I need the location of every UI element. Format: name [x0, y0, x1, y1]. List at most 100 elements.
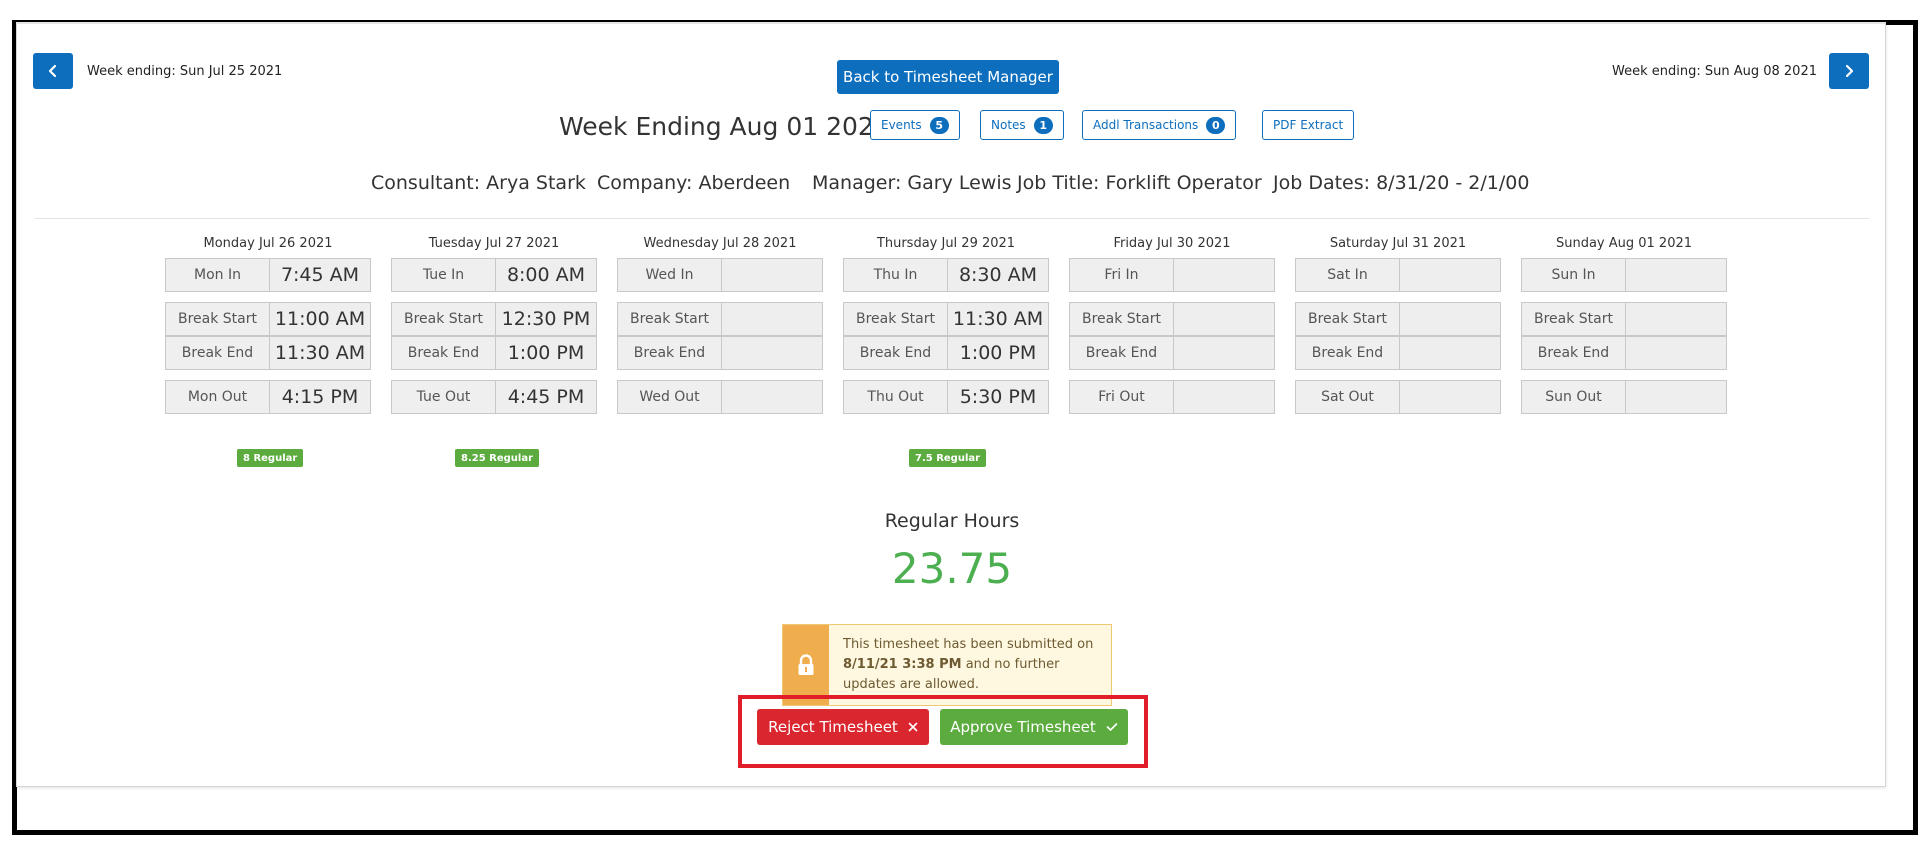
- field-value[interactable]: [722, 337, 822, 369]
- pdf-extract-label: PDF Extract: [1273, 118, 1344, 132]
- regular-hours-badge: 8.25 Regular: [455, 449, 540, 467]
- time-in-field[interactable]: Tue In 8:00 AM: [391, 258, 597, 292]
- field-value[interactable]: 11:30 AM: [270, 337, 370, 369]
- back-to-timesheet-manager-button[interactable]: Back to Timesheet Manager: [837, 60, 1059, 94]
- break-start-field[interactable]: Break Start: [1069, 302, 1275, 336]
- day-header: Sunday Aug 01 2021: [1555, 236, 1693, 251]
- field-label: Break End: [1070, 337, 1174, 369]
- prev-week-label[interactable]: Week ending: Sun Jul 25 2021: [87, 64, 282, 79]
- field-value[interactable]: 1:00 PM: [948, 337, 1048, 369]
- field-value[interactable]: 11:30 AM: [948, 303, 1048, 335]
- field-label: Mon Out: [166, 381, 270, 413]
- field-value[interactable]: [1400, 381, 1500, 413]
- time-out-field[interactable]: Wed Out: [617, 380, 823, 414]
- approve-timesheet-button[interactable]: Approve Timesheet: [940, 709, 1128, 745]
- pdf-extract-button[interactable]: PDF Extract: [1262, 110, 1355, 140]
- break-end-field[interactable]: Break End 1:00 PM: [843, 336, 1049, 370]
- break-start-field[interactable]: Break Start: [617, 302, 823, 336]
- time-in-field[interactable]: Mon In 7:45 AM: [165, 258, 371, 292]
- regular-hours-badge: 7.5 Regular: [909, 449, 987, 467]
- submitted-datetime: 8/11/21 3:38 PM: [843, 657, 962, 672]
- break-end-field[interactable]: Break End: [617, 336, 823, 370]
- break-start-field[interactable]: Break Start 12:30 PM: [391, 302, 597, 336]
- break-start-field[interactable]: Break Start 11:00 AM: [165, 302, 371, 336]
- break-end-field[interactable]: Break End: [1069, 336, 1275, 370]
- time-in-field[interactable]: Fri In: [1069, 258, 1275, 292]
- field-value[interactable]: 8:00 AM: [496, 259, 596, 291]
- prev-week-button[interactable]: [33, 53, 73, 89]
- field-value[interactable]: [722, 381, 822, 413]
- field-label: Wed Out: [618, 381, 722, 413]
- break-start-field[interactable]: Break Start 11:30 AM: [843, 302, 1049, 336]
- time-in-field[interactable]: Thu In 8:30 AM: [843, 258, 1049, 292]
- field-value[interactable]: [1626, 259, 1726, 291]
- field-label: Break End: [1296, 337, 1400, 369]
- field-value[interactable]: [1174, 337, 1274, 369]
- time-out-field[interactable]: Tue Out 4:45 PM: [391, 380, 597, 414]
- break-start-field[interactable]: Break Start: [1521, 302, 1727, 336]
- field-value[interactable]: [1626, 303, 1726, 335]
- field-label: Sun In: [1522, 259, 1626, 291]
- field-label: Sat In: [1296, 259, 1400, 291]
- time-in-field[interactable]: Wed In: [617, 258, 823, 292]
- field-value[interactable]: [1400, 259, 1500, 291]
- break-end-field[interactable]: Break End 1:00 PM: [391, 336, 597, 370]
- field-value[interactable]: [1174, 381, 1274, 413]
- events-button[interactable]: Events 5: [870, 110, 960, 140]
- field-label: Sat Out: [1296, 381, 1400, 413]
- field-label: Mon In: [166, 259, 270, 291]
- manager-info: Manager: Gary Lewis: [812, 172, 1012, 194]
- job-title-info: Job Title: Forklift Operator: [1017, 172, 1262, 194]
- field-value[interactable]: [1400, 303, 1500, 335]
- time-in-field[interactable]: Sat In: [1295, 258, 1501, 292]
- field-value[interactable]: [1400, 337, 1500, 369]
- job-dates-info: Job Dates: 8/31/20 - 2/1/00: [1273, 172, 1530, 194]
- time-out-field[interactable]: Thu Out 5:30 PM: [843, 380, 1049, 414]
- approve-label: Approve Timesheet: [950, 718, 1096, 736]
- field-label: Wed In: [618, 259, 722, 291]
- day-header: Wednesday Jul 28 2021: [643, 236, 797, 251]
- reject-timesheet-button[interactable]: Reject Timesheet: [757, 709, 929, 745]
- header-divider: [35, 218, 1869, 219]
- field-value[interactable]: [722, 259, 822, 291]
- field-value[interactable]: [1174, 303, 1274, 335]
- field-label: Break End: [392, 337, 496, 369]
- field-value[interactable]: [722, 303, 822, 335]
- next-week-label[interactable]: Week ending: Sun Aug 08 2021: [1612, 64, 1817, 79]
- time-out-field[interactable]: Sun Out: [1521, 380, 1727, 414]
- chevron-right-icon: [1845, 64, 1854, 78]
- break-end-field[interactable]: Break End: [1295, 336, 1501, 370]
- field-value[interactable]: [1626, 381, 1726, 413]
- time-out-field[interactable]: Mon Out 4:15 PM: [165, 380, 371, 414]
- page-title: Week Ending Aug 01 2021: [559, 112, 890, 141]
- field-label: Thu Out: [844, 381, 948, 413]
- field-value[interactable]: 1:00 PM: [496, 337, 596, 369]
- notes-button[interactable]: Notes 1: [980, 110, 1064, 140]
- day-header: Thursday Jul 29 2021: [876, 236, 1016, 251]
- field-label: Break End: [618, 337, 722, 369]
- field-value[interactable]: 5:30 PM: [948, 381, 1048, 413]
- field-value[interactable]: 7:45 AM: [270, 259, 370, 291]
- field-value[interactable]: 4:45 PM: [496, 381, 596, 413]
- day-header: Saturday Jul 31 2021: [1329, 236, 1467, 251]
- field-value[interactable]: [1626, 337, 1726, 369]
- field-value[interactable]: 4:15 PM: [270, 381, 370, 413]
- day-header: Monday Jul 26 2021: [203, 236, 333, 251]
- time-out-field[interactable]: Fri Out: [1069, 380, 1275, 414]
- day-column-monday: Monday Jul 26 2021 Mon In 7:45 AM Break S…: [165, 236, 371, 467]
- addl-transactions-count-badge: 0: [1206, 116, 1226, 134]
- lock-icon: [798, 654, 814, 675]
- time-out-field[interactable]: Sat Out: [1295, 380, 1501, 414]
- field-value[interactable]: 8:30 AM: [948, 259, 1048, 291]
- field-value[interactable]: [1174, 259, 1274, 291]
- break-start-field[interactable]: Break Start: [1295, 302, 1501, 336]
- field-value[interactable]: 11:00 AM: [270, 303, 370, 335]
- field-label: Thu In: [844, 259, 948, 291]
- addl-transactions-button[interactable]: Addl Transactions 0: [1082, 110, 1237, 140]
- field-label: Break Start: [618, 303, 722, 335]
- next-week-button[interactable]: [1829, 53, 1869, 89]
- time-in-field[interactable]: Sun In: [1521, 258, 1727, 292]
- break-end-field[interactable]: Break End: [1521, 336, 1727, 370]
- break-end-field[interactable]: Break End 11:30 AM: [165, 336, 371, 370]
- field-value[interactable]: 12:30 PM: [496, 303, 596, 335]
